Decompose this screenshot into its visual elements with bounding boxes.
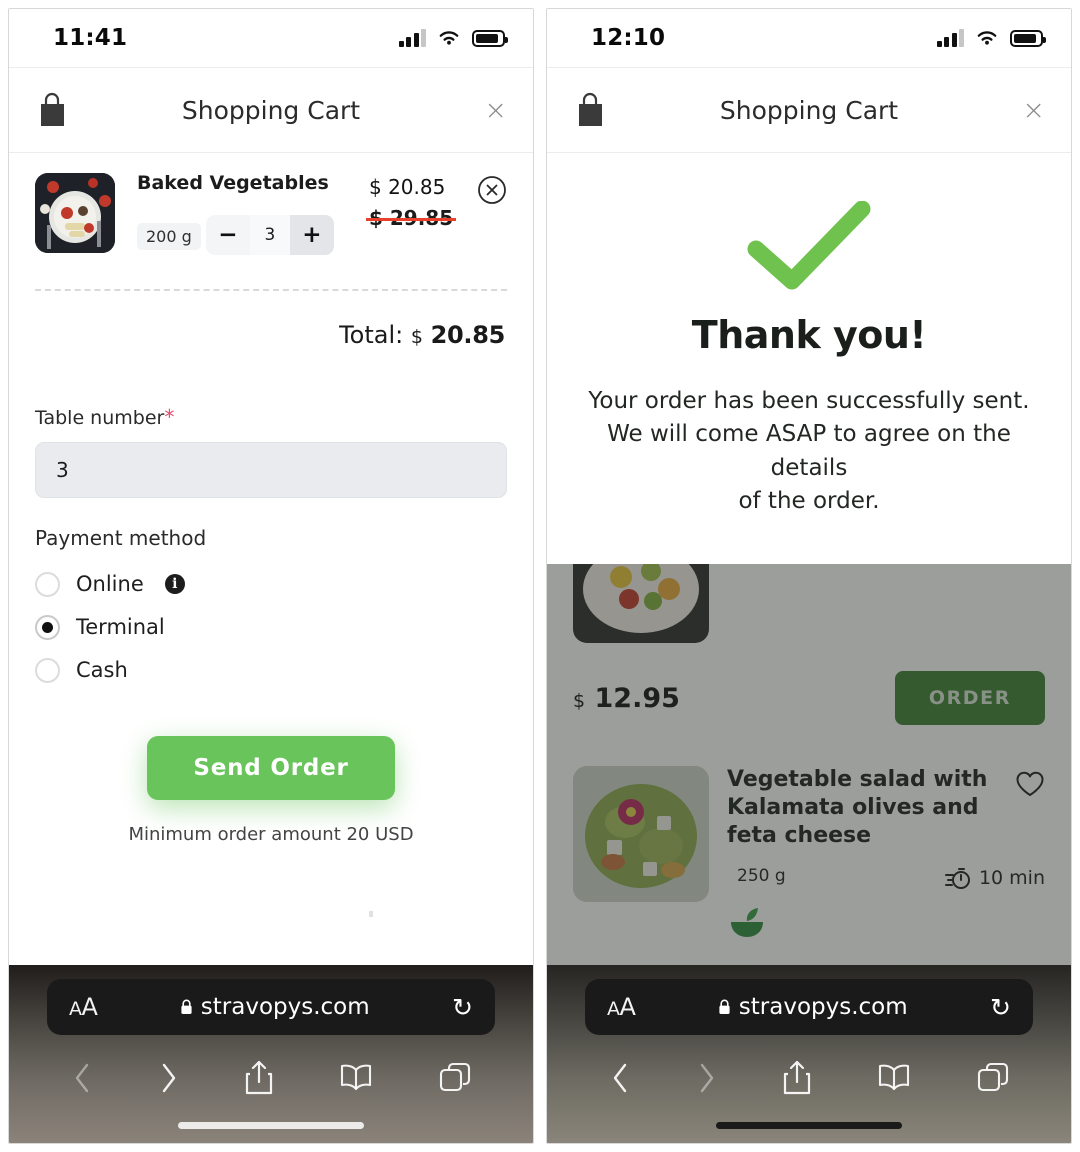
status-time-right: 12:10: [591, 25, 666, 51]
total-value: 20.85: [430, 320, 506, 349]
app-header-right: Shopping Cart ×: [547, 67, 1071, 153]
item-name: Baked Vegetables: [137, 172, 329, 194]
thank-you-line-3: of the order.: [738, 488, 880, 515]
remove-item-icon[interactable]: [477, 175, 507, 205]
home-indicator: [716, 1122, 902, 1129]
table-number-field-block: Table number*: [9, 349, 533, 498]
aa-big: A: [81, 993, 98, 1021]
close-icon[interactable]: ×: [484, 97, 507, 124]
radio-terminal[interactable]: [35, 614, 60, 640]
page-title-right: Shopping Cart: [719, 95, 899, 125]
status-icons-right: [936, 29, 1046, 47]
item-price-old: $ 29.85: [365, 206, 457, 230]
url-bar-right[interactable]: AA stravopys.com ↻: [585, 979, 1033, 1035]
item-thumbnail: [35, 173, 115, 253]
safari-chrome-left: AA stravopys.com ↻: [9, 965, 533, 1143]
payment-option-cash[interactable]: Cash: [35, 649, 507, 692]
url-display[interactable]: stravopys.com: [97, 994, 452, 1020]
thank-you-line-2: We will come ASAP to agree on the detail…: [607, 421, 1011, 481]
required-asterisk: *: [164, 404, 175, 429]
text-size-button[interactable]: AA: [69, 993, 98, 1021]
aa-big: A: [619, 993, 636, 1021]
shopping-bag-icon[interactable]: [35, 91, 69, 129]
share-icon[interactable]: [782, 1060, 812, 1096]
item-details: Baked Vegetables 200 g − 3 +: [115, 173, 369, 255]
wifi-icon: [439, 31, 459, 45]
thank-you-panel: Thank you! Your order has been successfu…: [547, 153, 1071, 565]
quantity-increase-button[interactable]: +: [289, 214, 334, 255]
green-checkmark-icon: [747, 201, 871, 290]
bookmarks-icon[interactable]: [876, 1063, 912, 1093]
quantity-decrease-button[interactable]: −: [206, 215, 250, 255]
bookmarks-icon[interactable]: [338, 1063, 374, 1093]
reload-icon[interactable]: ↻: [990, 995, 1011, 1020]
quantity-value: 3: [249, 214, 290, 255]
send-order-wrap: Send Order Minimum order amount 20 USD: [9, 692, 533, 845]
status-icons: [398, 29, 508, 47]
lock-icon: [719, 999, 730, 1014]
payment-option-terminal[interactable]: Terminal: [35, 606, 507, 649]
url-bar[interactable]: AA stravopys.com ↻: [47, 979, 495, 1035]
battery-icon: [1010, 29, 1046, 47]
cart-total-row: Total: $ 20.85: [9, 291, 533, 349]
text-size-button[interactable]: AA: [607, 993, 636, 1021]
cart-line-item: Baked Vegetables 200 g − 3 + $ 20.85 $ 2…: [9, 153, 533, 255]
wifi-icon: [977, 31, 997, 45]
safari-toolbar: [9, 1047, 533, 1109]
home-indicator: [178, 1122, 364, 1129]
total-label: Total:: [339, 320, 404, 349]
safari-toolbar-right: [547, 1047, 1071, 1109]
aa-small: A: [69, 998, 82, 1020]
item-weight-chip: 200 g: [137, 222, 201, 250]
payment-option-online[interactable]: Online i: [35, 563, 507, 606]
table-number-input[interactable]: [35, 441, 507, 498]
info-icon[interactable]: i: [164, 574, 185, 595]
back-icon[interactable]: [71, 1061, 93, 1095]
tabs-icon[interactable]: [439, 1062, 471, 1094]
status-time: 11:41: [53, 25, 128, 51]
phone-left: 11:41 Shopping Cart × Baked Vegetables 2…: [8, 8, 534, 1144]
aa-small: A: [607, 998, 620, 1020]
thank-you-title: Thank you!: [691, 313, 927, 357]
cellular-signal-icon: [398, 29, 426, 47]
tabs-icon[interactable]: [977, 1062, 1009, 1094]
close-icon[interactable]: ×: [1022, 97, 1045, 124]
radio-cash[interactable]: [35, 657, 60, 683]
radio-online[interactable]: [35, 571, 60, 597]
page-title: Shopping Cart: [181, 95, 361, 125]
share-icon[interactable]: [244, 1060, 274, 1096]
minimum-order-note: Minimum order amount 20 USD: [128, 823, 414, 845]
url-text: stravopys.com: [738, 994, 908, 1020]
back-icon[interactable]: [609, 1061, 631, 1095]
send-order-button[interactable]: Send Order: [147, 735, 395, 800]
table-number-label-text: Table number: [35, 406, 165, 429]
quantity-stepper[interactable]: − 3 +: [205, 214, 334, 255]
phone-right: 12:10 Shopping Cart × $ 12.95 ORDER Vege…: [546, 8, 1072, 1144]
payment-method-block: Payment method Online i Terminal Cash: [9, 498, 533, 692]
render-artifact-dot: [369, 911, 373, 917]
payment-option-terminal-label: Terminal: [76, 615, 165, 640]
payment-method-title: Payment method: [35, 525, 207, 550]
lock-icon: [181, 999, 192, 1014]
url-display-right[interactable]: stravopys.com: [635, 994, 990, 1020]
thank-you-line-1: Your order has been successfully sent.: [588, 388, 1030, 414]
cellular-signal-icon: [936, 29, 964, 47]
battery-icon: [472, 29, 508, 47]
reload-icon[interactable]: ↻: [452, 995, 473, 1020]
screenshot-stage: 11:41 Shopping Cart × Baked Vegetables 2…: [0, 0, 1080, 1152]
shopping-bag-icon[interactable]: [573, 91, 607, 129]
forward-icon[interactable]: [696, 1061, 718, 1095]
payment-option-online-label: Online: [76, 572, 144, 597]
total-currency: $: [410, 325, 423, 348]
forward-icon[interactable]: [158, 1061, 180, 1095]
safari-chrome-right: AA stravopys.com ↻: [547, 965, 1071, 1143]
table-number-label: Table number*: [35, 405, 507, 429]
status-bar-left: 11:41: [9, 9, 533, 67]
app-header-left: Shopping Cart ×: [9, 67, 533, 153]
url-text: stravopys.com: [200, 994, 370, 1020]
payment-option-cash-label: Cash: [76, 658, 128, 683]
status-bar-right: 12:10: [547, 9, 1071, 67]
